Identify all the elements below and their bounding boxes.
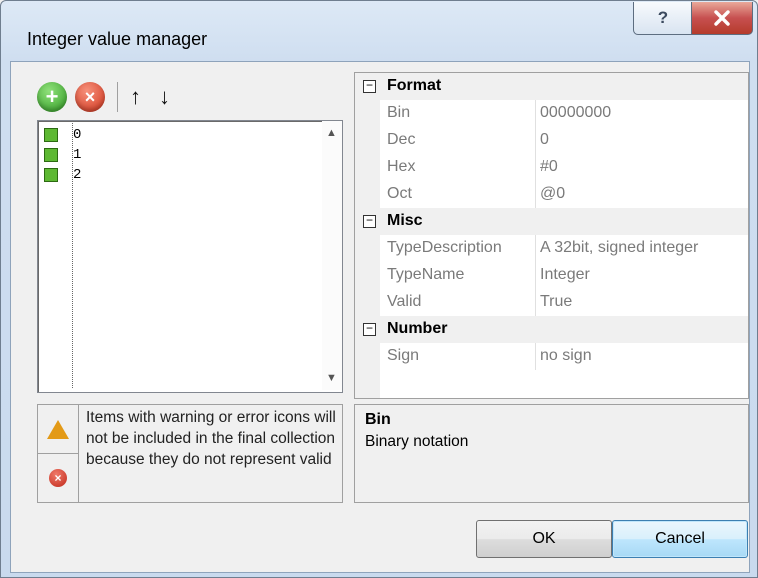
property-row-sign[interactable]: Sign no sign [355, 343, 748, 370]
window-title: Integer value manager [27, 29, 208, 49]
warning-panel: × Items with warning or error icons will… [37, 404, 343, 503]
warning-icon-cell [38, 405, 78, 454]
list-item[interactable]: 1 [44, 145, 81, 165]
collapse-icon[interactable]: − [363, 214, 376, 228]
property-value[interactable]: @0 [540, 185, 565, 203]
scroll-up-icon[interactable]: ▲ [326, 127, 337, 139]
list-item-label: 2 [73, 167, 82, 183]
dialog-body: + × ↑ ↓ 0 1 2 ▲ ▼ × Items with warning o… [10, 61, 750, 573]
collapse-icon[interactable]: − [363, 79, 376, 93]
property-name: Bin [387, 104, 411, 121]
property-name: Valid [387, 293, 422, 310]
title-bar: Integer value manager ? [1, 1, 757, 61]
cancel-button[interactable]: Cancel [612, 520, 748, 558]
property-grid[interactable]: − Format Bin 00000000 Dec 0 Hex #0 Oct @… [354, 72, 749, 399]
list-item-label: 1 [73, 147, 82, 163]
valid-status-icon [44, 148, 58, 162]
property-row-oct[interactable]: Oct @0 [355, 181, 748, 208]
category-misc[interactable]: − Misc [355, 208, 748, 235]
warning-icon-column: × [38, 405, 79, 502]
close-button[interactable] [691, 2, 753, 35]
scroll-down-icon[interactable]: ▼ [326, 372, 337, 384]
property-value[interactable]: True [540, 293, 572, 311]
property-name: Hex [387, 158, 416, 175]
category-label: Number [387, 320, 448, 337]
list-scrollbar[interactable]: ▲ ▼ [322, 121, 342, 390]
move-up-button[interactable]: ↑ [130, 84, 141, 110]
move-down-button[interactable]: ↓ [159, 84, 170, 110]
property-value[interactable]: 00000000 [540, 104, 611, 122]
collapse-icon[interactable]: − [363, 322, 376, 336]
close-icon [714, 10, 730, 26]
property-name: Sign [387, 347, 420, 364]
property-row-typename[interactable]: TypeName Integer [355, 262, 748, 289]
category-format[interactable]: − Format [355, 73, 748, 100]
property-name: Dec [387, 131, 416, 148]
plus-icon: + [45, 84, 59, 109]
property-name: TypeDescription [387, 239, 502, 256]
list-item[interactable]: 0 [44, 125, 81, 145]
add-item-button[interactable]: + [37, 82, 67, 112]
description-text: Binary notation [365, 433, 469, 450]
remove-item-button[interactable]: × [75, 82, 105, 112]
arrow-down-icon: ↓ [159, 84, 170, 109]
property-name: TypeName [387, 266, 465, 283]
valid-status-icon [44, 128, 58, 142]
property-row-valid[interactable]: Valid True [355, 289, 748, 316]
error-icon: × [49, 469, 67, 487]
property-value[interactable]: 0 [540, 131, 549, 149]
warning-text: Items with warning or error icons will n… [86, 409, 336, 468]
property-name: Oct [387, 185, 412, 202]
x-icon: × [84, 86, 96, 107]
category-number[interactable]: − Number [355, 316, 748, 343]
valid-status-icon [44, 168, 58, 182]
description-title: Bin [365, 411, 391, 428]
property-row-hex[interactable]: Hex #0 [355, 154, 748, 181]
arrow-up-icon: ↑ [130, 84, 141, 109]
category-label: Format [387, 77, 442, 94]
dialog-window: Integer value manager ? + × ↑ ↓ 0 1 2 ▲ … [0, 0, 758, 578]
list-item-label: 0 [73, 127, 82, 143]
property-value[interactable]: no sign [540, 347, 592, 365]
property-row-typedescription[interactable]: TypeDescription A 32bit, signed integer [355, 235, 748, 262]
ok-button[interactable]: OK [476, 520, 612, 558]
category-label: Misc [387, 212, 423, 229]
toolbar-separator [117, 82, 118, 112]
property-description-panel: Bin Binary notation [354, 404, 749, 503]
property-row-dec[interactable]: Dec 0 [355, 127, 748, 154]
property-value[interactable]: #0 [540, 158, 558, 176]
list-item[interactable]: 2 [44, 165, 81, 185]
item-list[interactable]: 0 1 2 ▲ ▼ [37, 120, 343, 393]
property-value[interactable]: A 32bit, signed integer [540, 239, 698, 257]
help-button[interactable]: ? [633, 2, 693, 35]
help-icon: ? [657, 8, 669, 27]
error-icon-cell: × [38, 454, 78, 502]
property-value[interactable]: Integer [540, 266, 590, 284]
property-row-bin[interactable]: Bin 00000000 [355, 100, 748, 127]
warning-icon [47, 419, 69, 439]
list-toolbar: + × ↑ ↓ [37, 77, 188, 117]
